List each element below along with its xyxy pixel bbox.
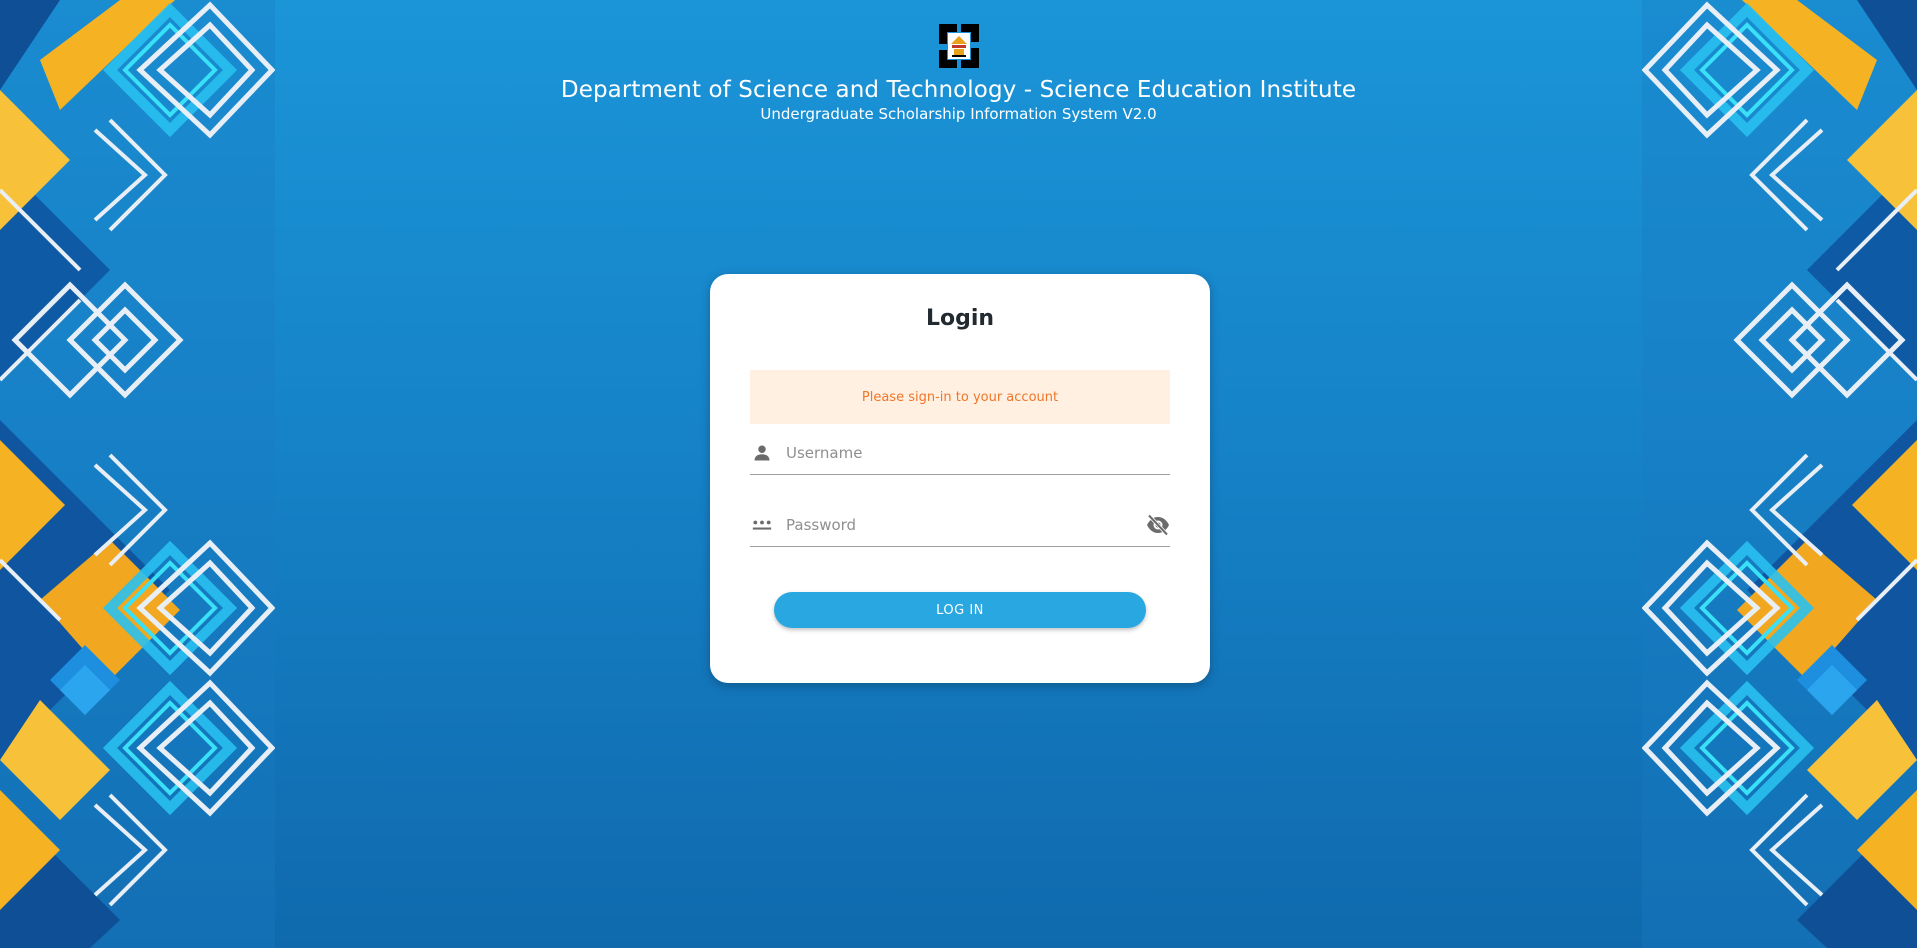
site-subtitle: Undergraduate Scholarship Information Sy…: [760, 105, 1157, 123]
site-header: Department of Science and Technology - S…: [0, 22, 1917, 123]
login-page: Department of Science and Technology - S…: [0, 0, 1917, 948]
password-dots-icon: [752, 520, 772, 530]
eye-off-icon[interactable]: [1146, 514, 1170, 536]
signin-alert-text: Please sign-in to your account: [861, 389, 1059, 405]
decorative-pattern-left: [0, 0, 275, 948]
username-field: [750, 430, 1170, 475]
login-heading: Login: [925, 306, 995, 331]
site-title: Department of Science and Technology - S…: [560, 77, 1357, 103]
login-button[interactable]: LOG IN: [774, 592, 1146, 628]
password-input[interactable]: [786, 510, 1126, 540]
dost-sei-logo: [938, 24, 979, 68]
username-input[interactable]: [786, 438, 1126, 468]
login-card: Login Please sign-in to your account Use…: [710, 274, 1210, 683]
decorative-pattern-right: [1642, 0, 1917, 948]
person-icon: [754, 445, 770, 461]
signin-alert: Please sign-in to your account: [750, 370, 1170, 424]
password-field: [750, 502, 1170, 547]
